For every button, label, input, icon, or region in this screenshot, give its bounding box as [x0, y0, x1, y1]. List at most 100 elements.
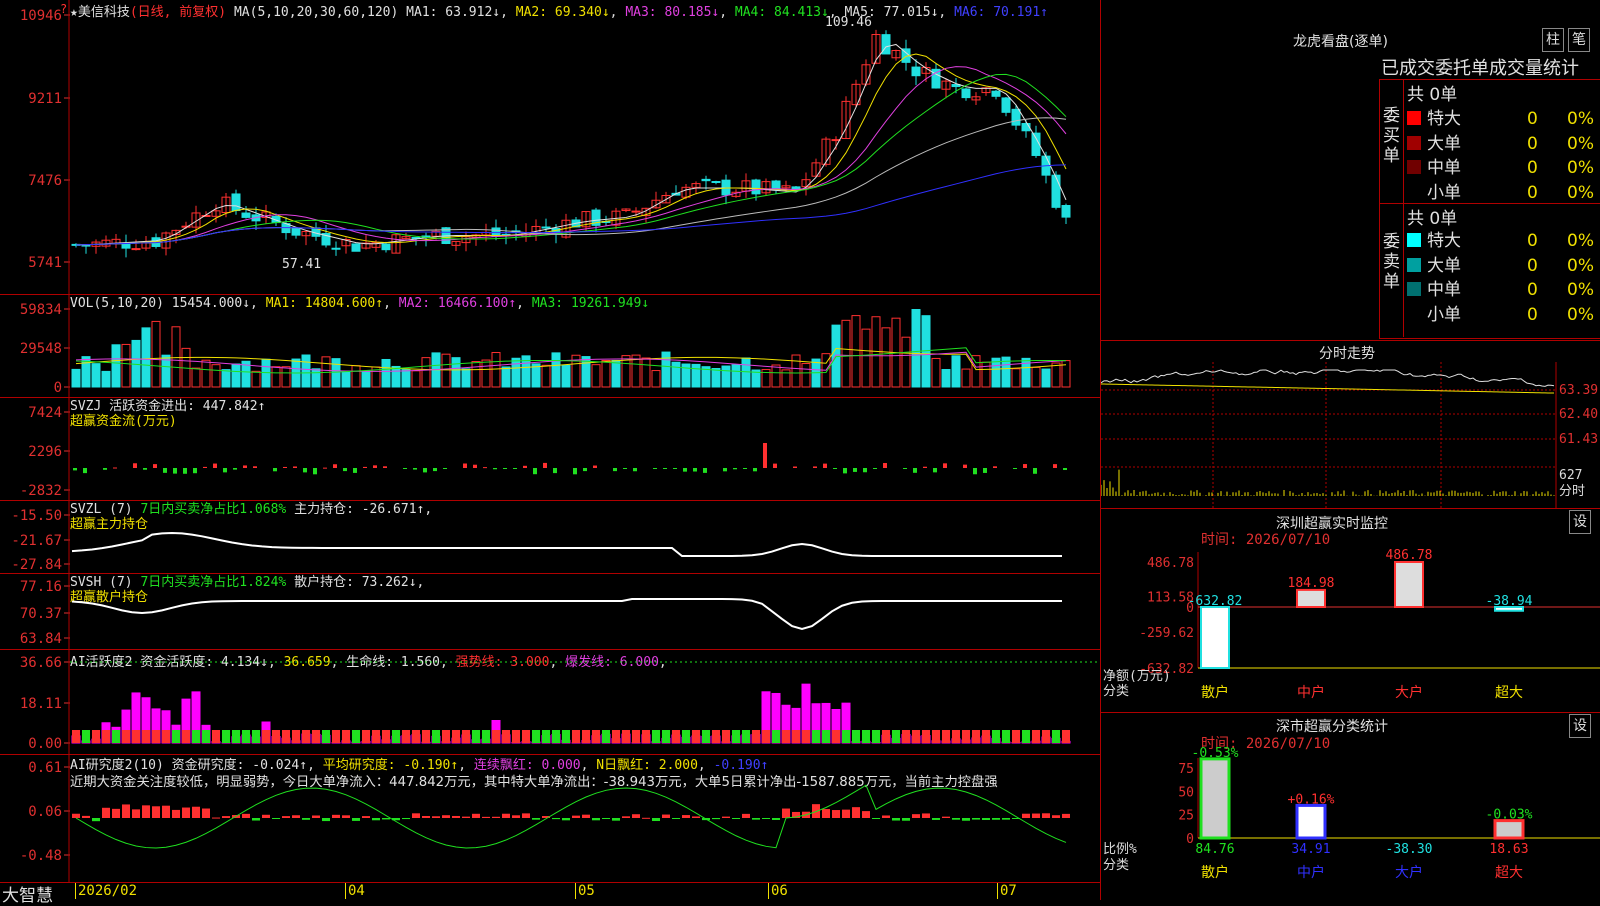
fund-flow-bar — [443, 468, 447, 469]
lhb-tabs[interactable]: 已成交委托单成交量统计 — [1381, 54, 1600, 80]
research-bar — [72, 814, 80, 818]
monitor-bar-value: -632.82 — [1188, 594, 1243, 609]
research-bar — [482, 817, 490, 818]
activity-base-bar — [762, 730, 770, 743]
volume-bar — [202, 360, 210, 387]
research-bar — [312, 815, 320, 818]
activity-base-bar — [552, 730, 560, 743]
volume-chart-svg: 59834295480 — [0, 295, 1100, 398]
fund-flow-bar — [613, 468, 617, 471]
holding-line — [72, 599, 1062, 629]
volume-bar — [402, 370, 410, 387]
fenshi-vol-label: 627 — [1559, 468, 1582, 483]
monitor-bar-value: -38.94 — [1486, 594, 1533, 609]
research-bar — [192, 807, 200, 818]
volume-bar — [362, 371, 370, 387]
activity-base-bar — [912, 730, 920, 743]
svzj-panel[interactable]: SVZJ 活跃资金进出: 447.842↑ 超赢资金流(万元) 74242296… — [0, 398, 1100, 501]
volume-bar — [692, 364, 700, 387]
sz-class-title: 深市超赢分类统计 — [1276, 716, 1388, 736]
fund-flow-bar — [973, 468, 977, 474]
candle-body — [752, 180, 760, 194]
y-axis-label: 7424 — [28, 405, 62, 421]
research-bar — [662, 815, 670, 818]
activity-base-bar — [192, 730, 200, 743]
volume-bar — [122, 344, 130, 387]
activity-base-bar — [1002, 730, 1010, 743]
volume-bar — [772, 365, 780, 387]
research-bar — [332, 815, 340, 818]
activity-base-bar — [322, 730, 330, 743]
activity-base-bar — [662, 730, 670, 743]
monitor-bar-value: 486.78 — [1386, 548, 1433, 563]
class-bar-annotation: -0.53% — [1192, 746, 1239, 761]
research-bar — [422, 816, 430, 818]
fenshi-chart-svg[interactable]: 63.3962.4061.43627分时 — [1101, 362, 1600, 508]
monitor-category: 散户 — [1201, 684, 1229, 701]
activity-base-bar — [272, 730, 280, 743]
x-tick-label: 06 — [768, 883, 788, 899]
class-y-label: 75 — [1178, 762, 1194, 777]
fund-flow-bar — [723, 468, 727, 471]
volume-bar — [562, 365, 570, 387]
research-bar — [362, 816, 370, 818]
fund-flow-bar — [333, 464, 337, 468]
legend-swatch — [1407, 258, 1421, 272]
svsh-panel[interactable]: SVSH (7) 7日内买卖净占比1.824% 散户持仓: 73.262↓, 超… — [0, 574, 1100, 650]
row-count: 0 — [1527, 280, 1567, 300]
ma-line — [76, 74, 1066, 245]
candle-body — [132, 249, 140, 250]
fund-flow-bar — [843, 468, 847, 473]
monitor-bar — [1201, 607, 1229, 668]
fund-flow-bar — [1023, 464, 1027, 468]
svzl-panel[interactable]: SVZL (7) 7日内买卖净占比1.068% 主力持仓: -26.671↑, … — [0, 501, 1100, 574]
volume-bar — [222, 370, 230, 387]
class-bar — [1201, 759, 1229, 838]
volume-bar — [792, 355, 800, 387]
research-bar — [892, 818, 900, 821]
activity-base-bar — [502, 730, 510, 743]
fund-flow-bar — [593, 466, 597, 468]
ai-research-panel[interactable]: AI研究度2(10) 资金研究度: -0.024↑, 平均研究度: -0.190… — [0, 755, 1100, 882]
y-axis-label: 10946 — [20, 8, 62, 24]
row-percent: 0% — [1567, 134, 1594, 154]
class-bar-annotation: +0.16% — [1288, 792, 1335, 807]
volume-bar — [452, 358, 460, 387]
bar-mode-button[interactable]: 柱 — [1542, 28, 1564, 52]
fund-flow-bar — [503, 468, 507, 469]
fenshi-vol-label: 分时 — [1559, 484, 1585, 499]
monitor-bar — [1297, 590, 1325, 607]
sz-class-divider — [1101, 712, 1600, 713]
volume-bar — [442, 354, 450, 387]
volume-bar — [742, 358, 750, 387]
fund-flow-bar — [683, 468, 687, 472]
volume-bar — [552, 353, 560, 387]
research-bar — [152, 806, 160, 818]
candle-body — [232, 194, 240, 211]
price-panel[interactable]: ★美信科技(日线, 前复权) MA(5,10,20,30,60,120) MA1… — [0, 0, 1100, 295]
volume-bar — [332, 359, 340, 387]
lhb-vline — [1403, 79, 1404, 337]
y-axis-label: 5741 — [28, 255, 62, 271]
volume-bar — [612, 360, 620, 387]
research-bar — [1052, 815, 1060, 818]
volume-bar — [282, 367, 290, 387]
ai-activity-panel[interactable]: AI活跃度2 资金活跃度: 4.134↓, 36.659, 生命线: 1.560… — [0, 650, 1100, 755]
activity-base-bar — [82, 730, 90, 743]
kline-area[interactable]: ★美信科技(日线, 前复权) MA(5,10,20,30,60,120) MA1… — [0, 0, 1100, 900]
row-count: 0 — [1527, 231, 1567, 251]
tick-mode-button[interactable]: 笔 — [1568, 28, 1590, 52]
volume-panel[interactable]: VOL(5,10,20) 15454.000↓, MA1: 14804.600↑… — [0, 295, 1100, 398]
legend-swatch — [1407, 307, 1421, 321]
row-count: 0 — [1527, 256, 1567, 276]
fund-flow-bar — [163, 468, 167, 473]
volume-bar — [882, 328, 890, 387]
research-bar — [372, 818, 380, 820]
volume-bar — [192, 368, 200, 387]
activity-base-bar — [622, 730, 630, 743]
fund-flow-bar — [383, 466, 387, 468]
x-tick-label: 05 — [575, 883, 595, 899]
volume-bar — [652, 371, 660, 387]
activity-base-bar — [682, 730, 690, 743]
volume-bar — [352, 366, 360, 387]
